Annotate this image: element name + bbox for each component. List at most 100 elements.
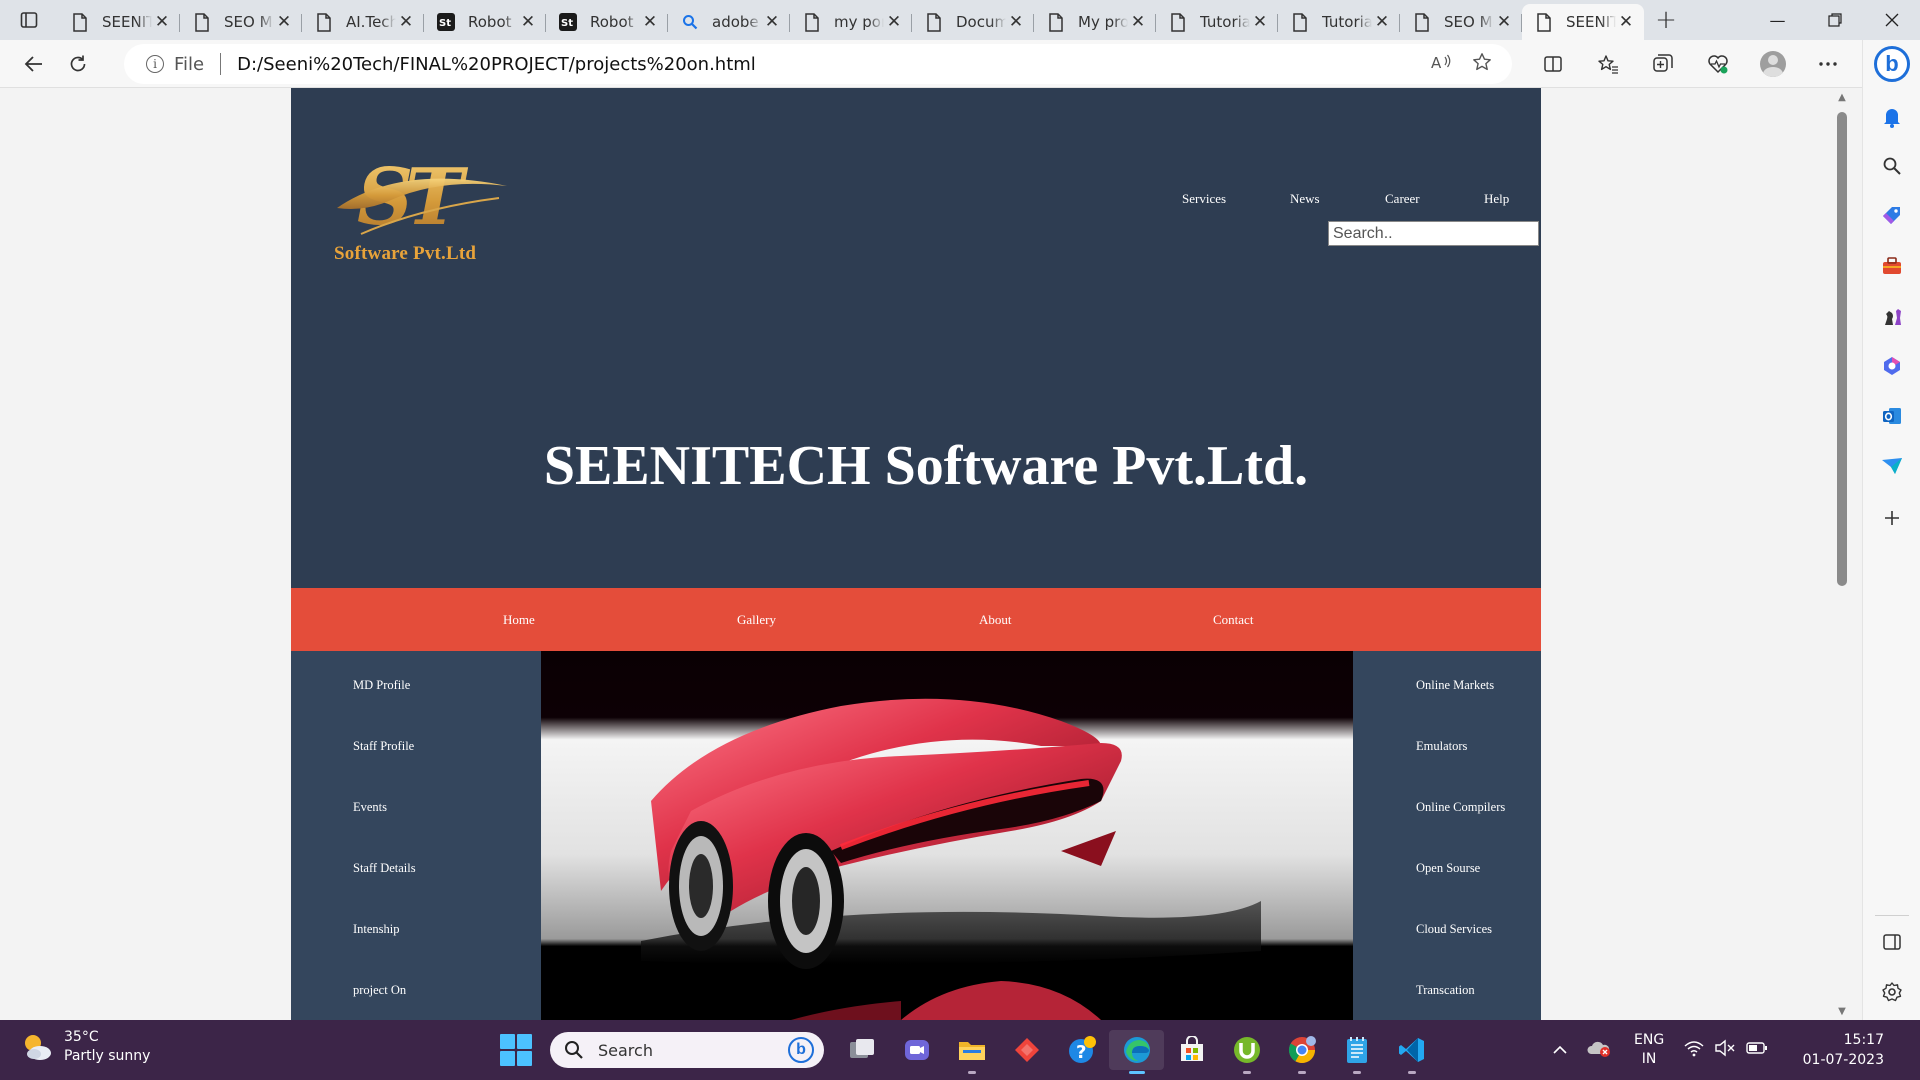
page-scrollbar[interactable]: ▲ ▼ [1832, 88, 1852, 1020]
top-nav-career[interactable]: Career [1385, 191, 1420, 207]
left-link-staff-details[interactable]: Staff Details [353, 861, 416, 876]
tools-button[interactable] [1863, 246, 1920, 286]
search-sidebar-button[interactable] [1863, 146, 1920, 186]
left-link-project-on[interactable]: project On [353, 983, 406, 998]
start-button[interactable] [500, 1034, 532, 1066]
close-tab-icon[interactable]: ✕ [518, 12, 538, 32]
right-link-cloud-services[interactable]: Cloud Services [1416, 922, 1492, 937]
left-link-staff-profile[interactable]: Staff Profile [353, 739, 414, 754]
left-link-events[interactable]: Events [353, 800, 387, 815]
weather-widget[interactable]: 35°C Partly sunny [20, 1028, 150, 1066]
top-nav-news[interactable]: News [1290, 191, 1320, 207]
help-app-button[interactable]: ? [1054, 1030, 1109, 1070]
close-tab-icon[interactable]: ✕ [884, 12, 904, 32]
drop-button[interactable] [1863, 446, 1920, 486]
browser-tab[interactable]: My project✕ [1034, 4, 1156, 40]
close-tab-icon[interactable]: ✕ [1006, 12, 1026, 32]
volume-button[interactable] [1714, 1039, 1736, 1061]
right-link-transaction[interactable]: Transcation [1416, 983, 1475, 998]
teams-chat-button[interactable] [889, 1030, 944, 1070]
shopping-button[interactable] [1863, 196, 1920, 236]
microsoft-store-button[interactable] [1164, 1030, 1219, 1070]
right-link-emulators[interactable]: Emulators [1416, 739, 1467, 754]
close-tab-icon[interactable]: ✕ [1250, 12, 1270, 32]
browser-tab[interactable]: my portfolio✕ [790, 4, 912, 40]
scrollbar-thumb[interactable] [1837, 112, 1847, 586]
left-link-internship[interactable]: Intenship [353, 922, 400, 937]
browser-essentials-button[interactable] [1690, 44, 1745, 84]
split-screen-button[interactable] [1525, 44, 1580, 84]
onedrive-status-button[interactable] [1586, 1038, 1612, 1062]
add-sidebar-app-button[interactable] [1863, 498, 1920, 538]
favorites-button[interactable] [1580, 44, 1635, 84]
clock[interactable]: 15:17 01-07-2023 [1774, 1030, 1884, 1070]
right-link-open-source[interactable]: Open Sourse [1416, 861, 1480, 876]
browser-tab[interactable]: St Robot ✕ [546, 4, 668, 40]
close-tab-icon[interactable]: ✕ [152, 12, 172, 32]
task-view-button[interactable] [834, 1030, 889, 1070]
bing-chat-button[interactable]: b [1863, 44, 1920, 84]
anydesk-button[interactable] [999, 1030, 1054, 1070]
chrome-button[interactable] [1274, 1030, 1329, 1074]
file-explorer-button[interactable] [944, 1030, 999, 1074]
browser-tab[interactable]: SEENITECH✕ [1522, 4, 1644, 40]
battery-button[interactable] [1746, 1041, 1768, 1059]
refresh-button[interactable] [56, 44, 100, 84]
games-button[interactable] [1863, 296, 1920, 336]
close-tab-icon[interactable]: ✕ [1128, 12, 1148, 32]
tab-actions-button[interactable] [0, 0, 58, 40]
close-tab-icon[interactable]: ✕ [274, 12, 294, 32]
notepad-button[interactable] [1329, 1030, 1384, 1074]
browser-tab[interactable]: SEENITECH✕ [58, 4, 180, 40]
taskbar-search[interactable]: Search b [550, 1032, 824, 1068]
utorrent-button[interactable] [1219, 1030, 1274, 1074]
address-bar[interactable]: i File D:/Seeni%20Tech/FINAL%20PROJECT/p… [124, 44, 1512, 84]
right-link-online-compilers[interactable]: Online Compilers [1416, 800, 1505, 815]
restore-button[interactable] [1806, 0, 1863, 40]
sidebar-settings-button[interactable] [1863, 972, 1920, 1012]
url-text[interactable]: D:/Seeni%20Tech/FINAL%20PROJECT/projects… [237, 54, 756, 75]
browser-tab[interactable]: Tutorial ✕ [1156, 4, 1278, 40]
browser-tab[interactable]: SEO Meta✕ [1400, 4, 1522, 40]
hide-sidebar-button[interactable] [1863, 922, 1920, 962]
close-tab-icon[interactable]: ✕ [1372, 12, 1392, 32]
top-nav-help[interactable]: Help [1484, 191, 1509, 207]
main-nav-home[interactable]: Home [503, 612, 535, 628]
vscode-button[interactable] [1384, 1030, 1439, 1074]
scroll-down-arrow-icon[interactable]: ▼ [1836, 1006, 1848, 1018]
close-tab-icon[interactable]: ✕ [1616, 12, 1636, 32]
settings-more-button[interactable] [1800, 44, 1855, 84]
browser-tab[interactable]: Tutorial ✕ [1278, 4, 1400, 40]
notifications-button[interactable] [1863, 97, 1920, 137]
close-tab-icon[interactable]: ✕ [1494, 12, 1514, 32]
browser-tab[interactable]: SEO Meta✕ [180, 4, 302, 40]
browser-tab[interactable]: Document✕ [912, 4, 1034, 40]
collections-button[interactable] [1635, 44, 1690, 84]
outlook-button[interactable] [1863, 396, 1920, 436]
right-link-online-markets[interactable]: Online Markets [1416, 678, 1494, 693]
favorite-star-button[interactable] [1472, 52, 1492, 76]
left-link-md-profile[interactable]: MD Profile [353, 678, 410, 693]
site-search-input[interactable] [1328, 221, 1539, 246]
copilot-button[interactable] [1863, 346, 1920, 386]
main-nav-gallery[interactable]: Gallery [737, 612, 776, 628]
show-hidden-icons-button[interactable] [1548, 1045, 1572, 1055]
scroll-up-arrow-icon[interactable]: ▲ [1836, 92, 1848, 104]
site-info-button[interactable]: i File [146, 54, 204, 75]
wifi-button[interactable] [1684, 1039, 1704, 1061]
input-language-button[interactable]: ENG IN [1634, 1031, 1664, 1069]
browser-tab[interactable]: adobe ✕ [668, 4, 790, 40]
main-nav-contact[interactable]: Contact [1213, 612, 1253, 628]
back-button[interactable] [12, 44, 56, 84]
minimize-button[interactable]: — [1749, 0, 1806, 40]
profile-button[interactable] [1745, 44, 1800, 84]
close-tab-icon[interactable]: ✕ [640, 12, 660, 32]
top-nav-services[interactable]: Services [1182, 191, 1226, 207]
edge-browser-button[interactable] [1109, 1030, 1164, 1074]
new-tab-button[interactable]: + [1644, 0, 1688, 40]
close-window-button[interactable] [1863, 0, 1920, 40]
close-tab-icon[interactable]: ✕ [762, 12, 782, 32]
main-nav-about[interactable]: About [979, 612, 1012, 628]
read-aloud-button[interactable]: A [1430, 52, 1452, 76]
close-tab-icon[interactable]: ✕ [396, 12, 416, 32]
